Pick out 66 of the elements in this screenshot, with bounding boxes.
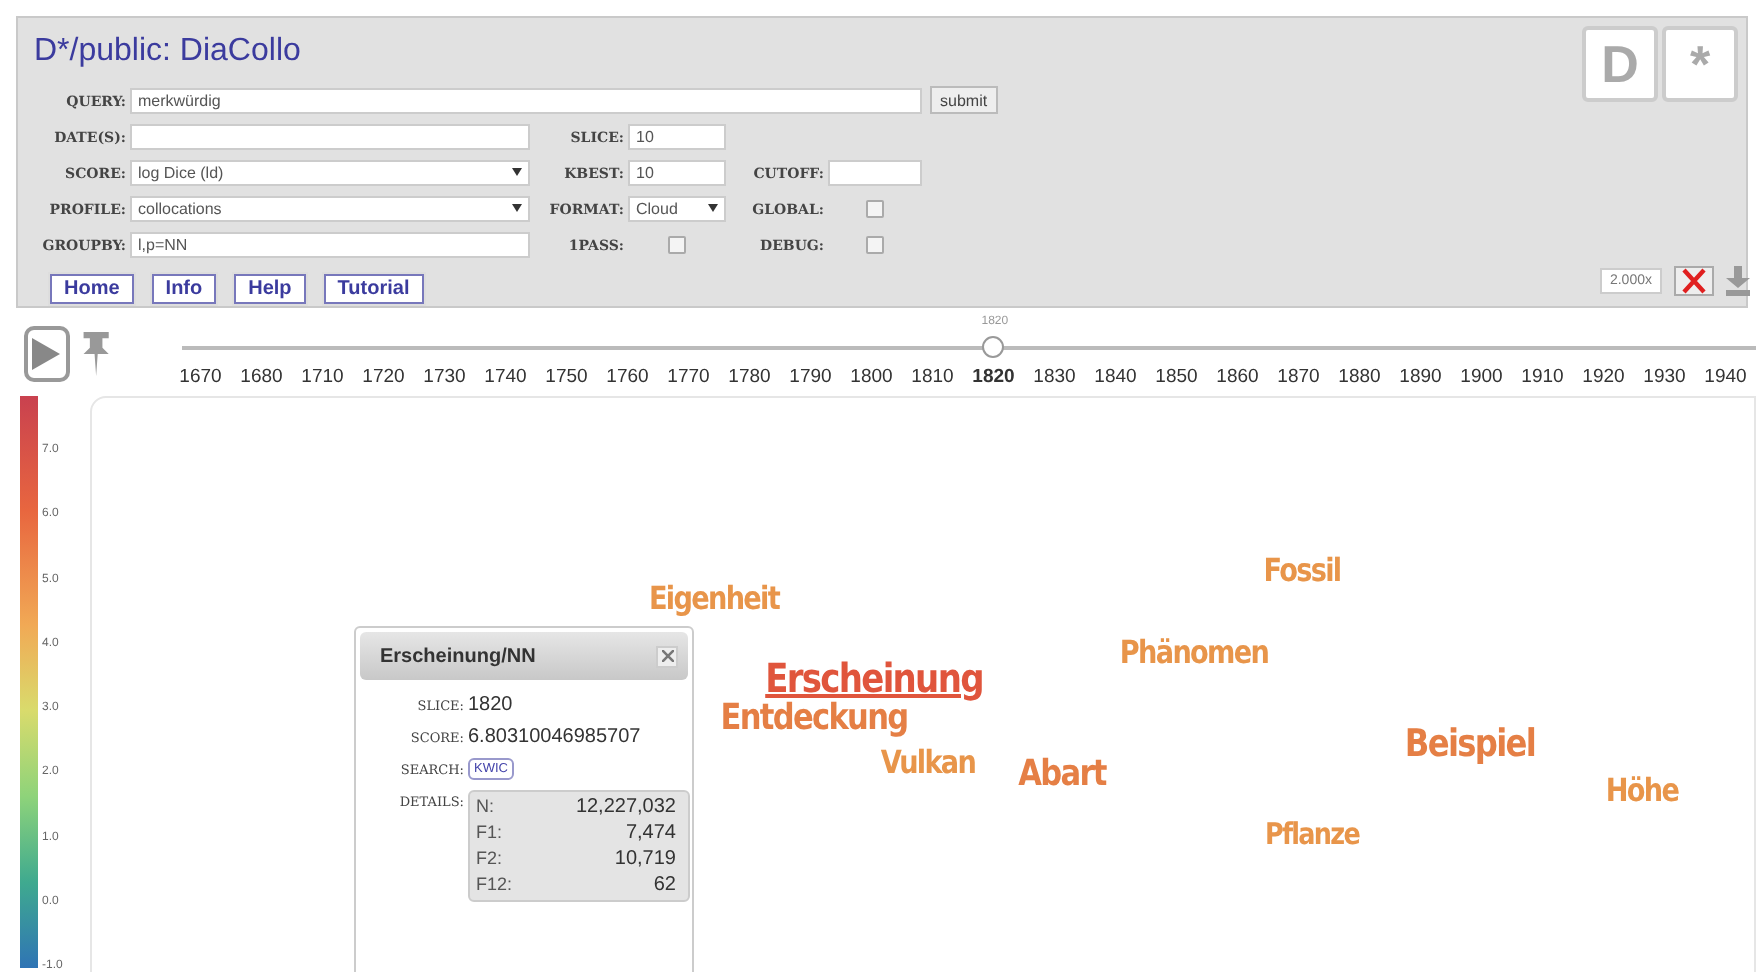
detail-key: F12: bbox=[476, 874, 536, 896]
popup-title: Erscheinung/NN bbox=[380, 645, 536, 667]
text-field[interactable] bbox=[828, 159, 922, 185]
year-label[interactable]: 1800 bbox=[841, 366, 902, 388]
text-field[interactable]: 10 bbox=[628, 123, 726, 149]
checkbox[interactable] bbox=[668, 235, 686, 253]
slider-thumb[interactable] bbox=[982, 336, 1005, 358]
detail-key: F2: bbox=[476, 848, 536, 870]
year-label[interactable]: 1880 bbox=[1329, 366, 1390, 388]
detail-value: 10,719 bbox=[612, 848, 676, 870]
close-icon[interactable] bbox=[1674, 266, 1714, 296]
text-field[interactable]: merkwürdig bbox=[130, 87, 922, 113]
year-label[interactable]: 1930 bbox=[1634, 366, 1695, 388]
cloud-word[interactable]: Erscheinung bbox=[765, 654, 983, 702]
text-field[interactable]: 10 bbox=[628, 159, 726, 185]
year-label[interactable]: 1740 bbox=[475, 366, 536, 388]
play-button[interactable] bbox=[24, 326, 70, 382]
select-field[interactable]: log Dice (ld) bbox=[130, 159, 530, 185]
caret-icon bbox=[708, 204, 718, 212]
year-label[interactable]: 1900 bbox=[1451, 366, 1512, 388]
nav-button[interactable]: Info bbox=[151, 274, 217, 304]
text-field[interactable] bbox=[130, 123, 530, 149]
detail-value: 7,474 bbox=[623, 822, 676, 844]
nav-button[interactable]: Tutorial bbox=[323, 274, 424, 304]
year-label[interactable]: 1830 bbox=[1024, 366, 1085, 388]
detail-value: 62 bbox=[651, 874, 676, 896]
caret-icon bbox=[512, 168, 522, 176]
year-label[interactable]: 1670 bbox=[170, 366, 231, 388]
select-field[interactable]: collocations bbox=[130, 195, 530, 221]
select-field[interactable]: Cloud bbox=[628, 195, 726, 221]
year-label[interactable]: 1780 bbox=[719, 366, 780, 388]
app-title: D*/public: DiaCollo bbox=[34, 34, 301, 70]
year-label[interactable]: 1770 bbox=[658, 366, 719, 388]
year-label[interactable]: 1840 bbox=[1085, 366, 1146, 388]
close-button[interactable] bbox=[656, 645, 678, 667]
checkbox[interactable] bbox=[866, 199, 884, 217]
year-label[interactable]: 1710 bbox=[292, 366, 353, 388]
caret-icon bbox=[512, 204, 522, 212]
year-label[interactable]: 1910 bbox=[1512, 366, 1573, 388]
year-label[interactable]: 1920 bbox=[1573, 366, 1634, 388]
year-label[interactable]: 1810 bbox=[902, 366, 963, 388]
year-label[interactable]: 1820 bbox=[963, 366, 1024, 388]
year-label[interactable]: 1860 bbox=[1207, 366, 1268, 388]
year-label[interactable]: 1940 bbox=[1695, 366, 1756, 388]
checkbox[interactable] bbox=[866, 235, 884, 253]
year-label[interactable]: 1750 bbox=[536, 366, 597, 388]
download-icon[interactable] bbox=[1726, 266, 1750, 296]
year-label[interactable]: 1720 bbox=[353, 366, 414, 388]
close-icon bbox=[661, 650, 673, 662]
year-label[interactable]: 1890 bbox=[1390, 366, 1451, 388]
nav-button[interactable]: Home bbox=[50, 274, 134, 304]
year-label[interactable]: 1760 bbox=[597, 366, 658, 388]
detail-key: F1: bbox=[476, 822, 536, 844]
submit-button[interactable]: submit bbox=[930, 86, 998, 114]
year-label[interactable]: 1870 bbox=[1268, 366, 1329, 388]
detail-value: 12,227,032 bbox=[573, 796, 676, 818]
slice-value: 1820 bbox=[468, 694, 515, 716]
year-label[interactable]: 1790 bbox=[780, 366, 841, 388]
play-icon bbox=[32, 338, 61, 370]
text-field[interactable]: l,p=NN bbox=[130, 231, 530, 257]
year-label[interactable]: 1730 bbox=[414, 366, 475, 388]
nav-button[interactable]: Help bbox=[234, 274, 306, 304]
detail-key: N: bbox=[476, 796, 536, 818]
year-label[interactable]: 1850 bbox=[1146, 366, 1207, 388]
score-value: 6.80310046985707 bbox=[468, 726, 643, 748]
year-label[interactable]: 1680 bbox=[231, 366, 292, 388]
